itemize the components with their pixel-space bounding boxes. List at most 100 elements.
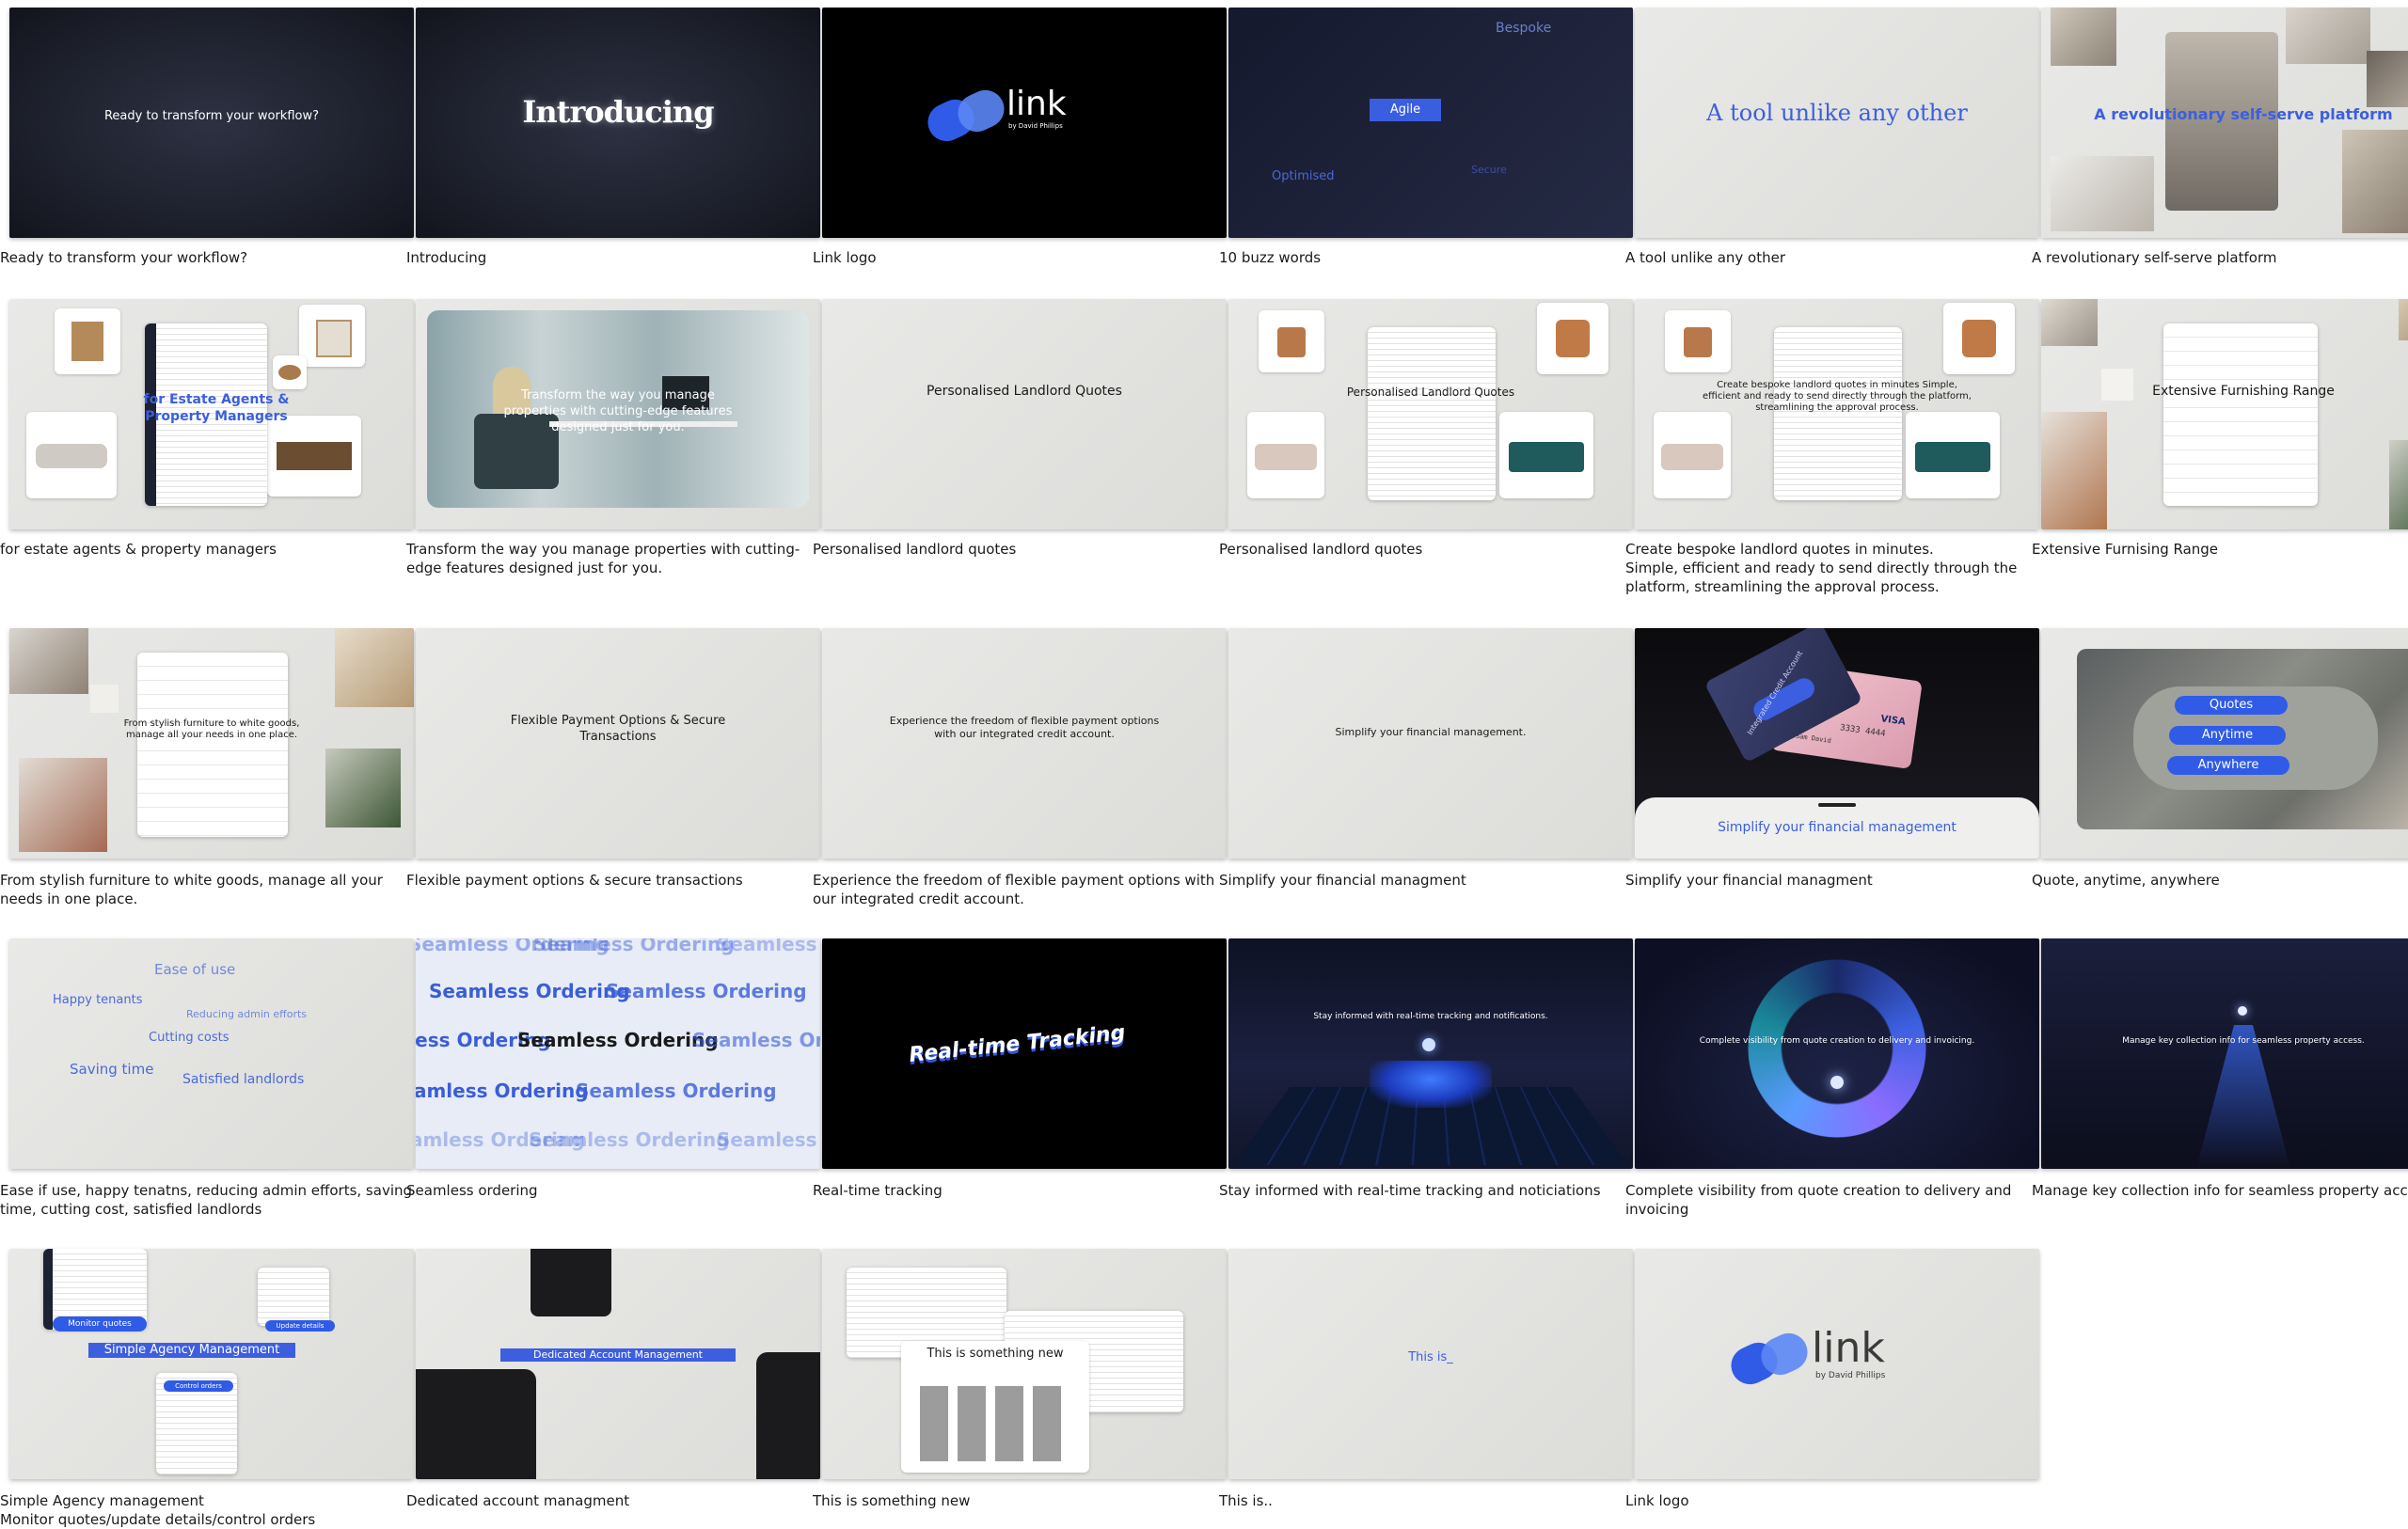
slide-thumbnail-agents[interactable]: for Estate Agents & Property Managers bbox=[9, 299, 414, 529]
buzz-word: Cutting costs bbox=[149, 1031, 230, 1045]
logo-subtitle: by David Phillips bbox=[1008, 122, 1063, 130]
quotes-pill: Quotes bbox=[2175, 696, 2288, 715]
logo-subtitle: by David Phillips bbox=[1815, 1371, 1886, 1380]
slide-caption: Introducing bbox=[406, 249, 487, 266]
seamless-text-ghost: Seamless Ordering bbox=[533, 938, 735, 955]
slide-caption: Personalised landlord quotes bbox=[813, 541, 1017, 558]
slide-text: Personalised Landlord Quotes bbox=[1346, 386, 1515, 399]
control-orders-tag: Control orders bbox=[164, 1380, 233, 1392]
slide-text: Extensive Furnishing Range bbox=[2152, 384, 2335, 399]
slide-thumbnail-visibility[interactable]: Complete visibility from quote creation … bbox=[1635, 938, 2039, 1169]
slide-thumbnail-seamless[interactable]: Seamless Ordering Seamless Ordering Seam… bbox=[416, 938, 820, 1169]
slide-thumbnail-this-is[interactable]: This is_ bbox=[1228, 1249, 1633, 1479]
anytime-pill: Anytime bbox=[2169, 726, 2286, 745]
location-dot-icon bbox=[2238, 1006, 2247, 1016]
slide-caption: Dedicated account managment bbox=[406, 1492, 630, 1509]
slide-caption: Flexible payment options & secure transa… bbox=[406, 872, 743, 889]
update-details-tag: Update details bbox=[265, 1320, 335, 1332]
slide-thumbnail-furnishing[interactable]: Extensive Furnishing Range bbox=[2041, 299, 2408, 529]
slide-thumbnail-platform[interactable]: A revolutionary self-serve platform bbox=[2041, 8, 2408, 238]
slide-caption: Extensive Furnising Range bbox=[2032, 541, 2219, 558]
slide-caption: This is.. bbox=[1219, 1492, 1273, 1509]
buzz-word: Ease of use bbox=[154, 961, 236, 978]
product-card bbox=[1499, 412, 1593, 498]
interior-photo bbox=[325, 749, 401, 828]
slide-thumbnail-agency[interactable]: Monitor quotes Update details Control or… bbox=[9, 1249, 414, 1479]
interior-photo bbox=[2286, 8, 2370, 64]
slide-text: Real-time Tracking bbox=[908, 1021, 1127, 1067]
slide-thumbnail-tracking[interactable]: Real-time Tracking bbox=[822, 938, 1227, 1169]
product-card bbox=[55, 308, 120, 374]
slide-caption: This is something new bbox=[813, 1492, 971, 1509]
slide-text: This is_ bbox=[1408, 1350, 1453, 1364]
buzz-word: Happy tenants bbox=[53, 993, 143, 1007]
slide-thumbnail-keys[interactable]: Manage key collection info for seamless … bbox=[2041, 938, 2408, 1169]
slide-thumbnail-stay-informed[interactable]: Stay informed with real-time tracking an… bbox=[1228, 938, 1633, 1169]
slide-thumbnail-logo[interactable]: link by David Phillips bbox=[822, 8, 1227, 238]
glow-tile bbox=[1370, 1061, 1492, 1108]
slide-caption: Link logo bbox=[1625, 1492, 1689, 1509]
slide-thumbnail-simplify[interactable]: Simplify your financial management. bbox=[1228, 628, 1633, 859]
slide-text: Create bespoke landlord quotes in minute… bbox=[1703, 380, 1972, 413]
slide-text: Flexible Payment Options & Secure Transa… bbox=[510, 714, 726, 744]
slide-thumbnail-cards[interactable]: VISA 3333 4444 Mr Sam David Integrated C… bbox=[1635, 628, 2039, 859]
dark-block bbox=[756, 1352, 820, 1479]
slide-thumbnail-ease[interactable]: Ease of use Happy tenants Reducing admin… bbox=[9, 938, 414, 1169]
slide-thumbnail-flexible[interactable]: Flexible Payment Options & Secure Transa… bbox=[416, 628, 820, 859]
interior-photo bbox=[9, 628, 88, 694]
interior-photo bbox=[2367, 51, 2408, 107]
sidebar bbox=[43, 1249, 53, 1330]
slide-thumbnail-quotes[interactable]: Personalised Landlord Quotes bbox=[822, 299, 1227, 529]
slide-thumbnail-dedicated[interactable]: Dedicated Account Management bbox=[416, 1249, 820, 1479]
slide-thumbnail-buzzwords[interactable]: Bespoke Agile Optimised Secure bbox=[1228, 8, 1633, 238]
slide-caption: A tool unlike any other bbox=[1625, 249, 1786, 266]
location-dot-icon bbox=[1422, 1038, 1435, 1051]
slide-text: Complete visibility from quote creation … bbox=[1699, 1036, 1975, 1046]
interior-photo bbox=[2041, 412, 2107, 529]
slide-thumbnail-logo-final[interactable]: link by David Phillips bbox=[1635, 1249, 2039, 1479]
quote-table bbox=[1368, 327, 1496, 500]
slide-caption: Create bespoke landlord quotes in minute… bbox=[1625, 541, 2018, 595]
interior-photo bbox=[2041, 299, 2098, 346]
slide-thumbnail-introducing[interactable]: Introducing bbox=[416, 8, 820, 238]
interior-photo bbox=[2342, 130, 2408, 233]
slide-text: This is something new bbox=[927, 1347, 1064, 1361]
light-beam bbox=[2196, 1025, 2290, 1169]
interior-photo bbox=[2051, 156, 2154, 231]
slide-caption: Ready to transform your workflow? bbox=[0, 249, 248, 266]
location-dot-icon bbox=[1830, 1076, 1844, 1089]
slide-thumbnail-bespoke[interactable]: Create bespoke landlord quotes in minute… bbox=[1635, 299, 2039, 529]
slide-thumbnail-ready[interactable]: Ready to transform your workflow? bbox=[9, 8, 414, 238]
card-number: 3333 4444 bbox=[1839, 723, 1887, 739]
slide-thumbnail-freedom[interactable]: Experience the freedom of flexible payme… bbox=[822, 628, 1227, 859]
slide-text: Introducing bbox=[522, 94, 714, 130]
slide-text: for Estate Agents & Property Managers bbox=[143, 392, 290, 424]
seamless-text: Seamless Ordering bbox=[416, 1080, 589, 1102]
product-card bbox=[1654, 412, 1731, 498]
seamless-text: Seamless Ordering bbox=[429, 980, 630, 1002]
slide-caption: A revolutionary self-serve platform bbox=[2032, 249, 2277, 266]
product-grid bbox=[2163, 323, 2318, 506]
dark-block bbox=[531, 1249, 611, 1316]
product-card bbox=[1259, 310, 1324, 372]
link-logo-icon bbox=[926, 88, 1010, 145]
slide-thumbnail-new[interactable]: This is something new bbox=[822, 1249, 1227, 1479]
slide-thumbnail-transform[interactable]: Transform the way you manage properties … bbox=[416, 299, 820, 529]
slide-caption: Simple Agency management Monitor quotes/… bbox=[0, 1492, 316, 1528]
slide-thumbnail-stylish[interactable]: From stylish furniture to white goods, m… bbox=[9, 628, 414, 859]
buzz-word: Saving time bbox=[70, 1061, 154, 1078]
slide-thumbnail-quotes-2[interactable]: Personalised Landlord Quotes bbox=[1228, 299, 1633, 529]
card-brand: VISA bbox=[1879, 714, 1907, 728]
slide-thumbnail-anytime[interactable]: Quotes Anytime Anywhere bbox=[2041, 628, 2408, 859]
slide-text: Dedicated Account Management bbox=[500, 1348, 736, 1362]
interior-photo bbox=[19, 758, 107, 852]
buzz-word: Secure bbox=[1471, 164, 1507, 176]
interior-photo bbox=[2389, 440, 2408, 529]
slide-caption: Experience the freedom of flexible payme… bbox=[813, 872, 1215, 907]
interior-photo bbox=[2051, 8, 2116, 66]
monitor-quotes-tag: Monitor quotes bbox=[53, 1316, 147, 1332]
logo-word: link bbox=[1006, 85, 1067, 123]
product-card bbox=[273, 355, 307, 389]
anywhere-pill: Anywhere bbox=[2167, 756, 2289, 775]
slide-thumbnail-tool[interactable]: A tool unlike any other bbox=[1635, 8, 2039, 238]
